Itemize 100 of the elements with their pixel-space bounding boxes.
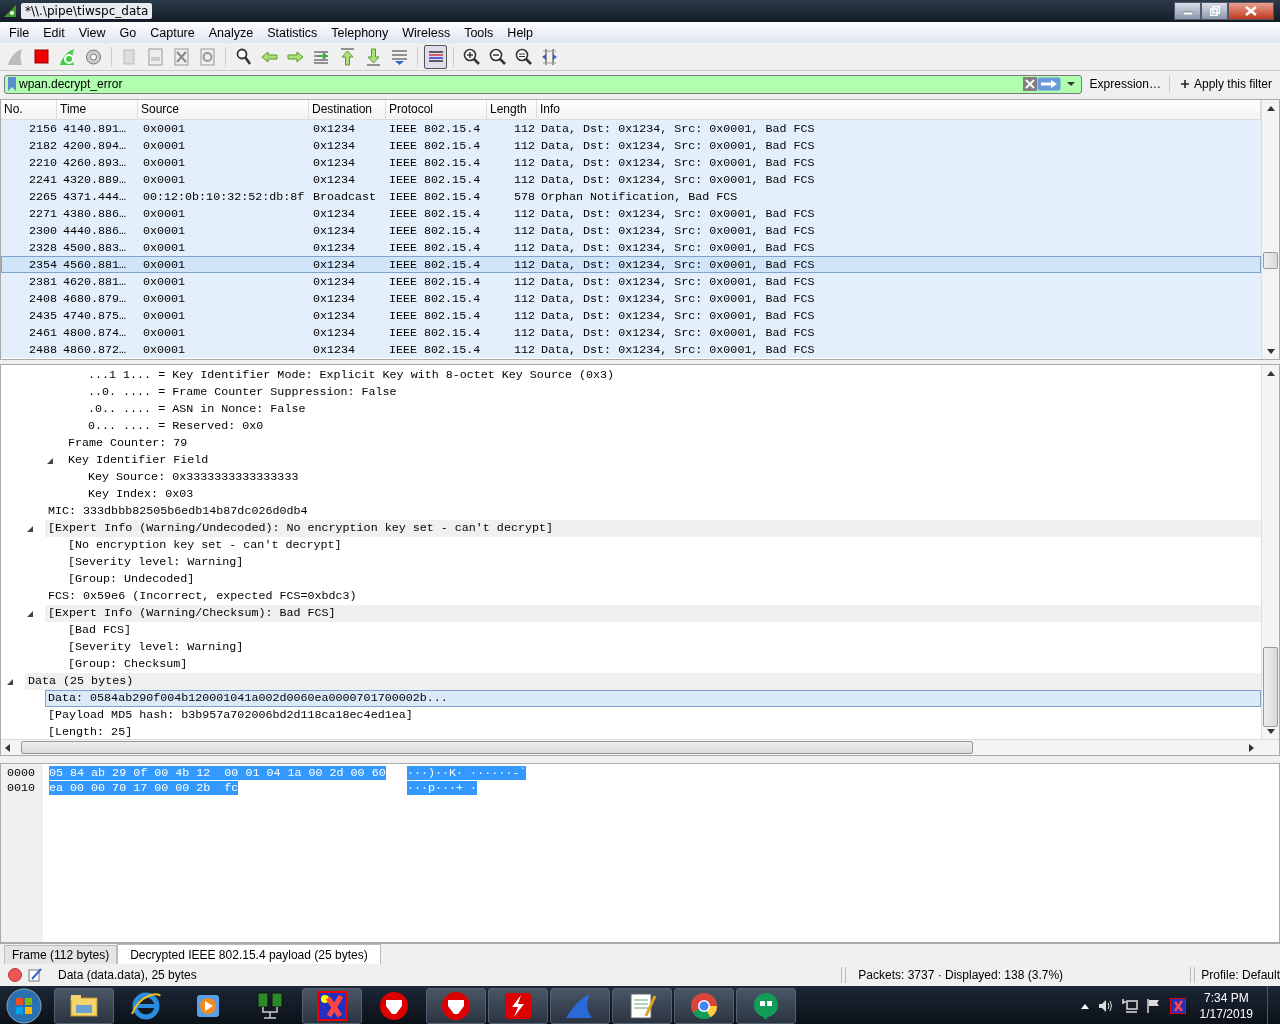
tree-item[interactable]: [Expert Info (Warning/Undecoded): No encryption key set - can't decrypt] <box>45 520 1261 537</box>
scrollbar-thumb[interactable] <box>21 741 973 754</box>
minimize-button[interactable] <box>1174 2 1201 20</box>
tree-item[interactable]: [No encryption key set - can't decrypt] <box>65 537 345 554</box>
restore-button[interactable] <box>1201 2 1228 20</box>
gear-icon[interactable] <box>84 46 103 67</box>
show-hidden-icons-icon[interactable] <box>1079 1002 1090 1010</box>
flag-icon[interactable] <box>1145 998 1162 1014</box>
tree-item[interactable]: Data (25 bytes) <box>25 673 1261 690</box>
scrollbar-thumb[interactable] <box>1263 252 1278 269</box>
menu-item[interactable]: Tools <box>457 25 501 40</box>
tree-item[interactable]: Data: 0584ab290f004b120001041a002d0060ea0000701700002b... <box>45 690 1261 707</box>
menu-item[interactable]: Statistics <box>260 25 325 40</box>
menu-item[interactable]: File <box>2 25 37 40</box>
packet-row[interactable]: 2461 4800.874… 0x0001 0x1234 IEEE 802.15.4 112 Data, Dst: 0x1234, Src: 0x0001, Bad FCS <box>1 324 1261 341</box>
tree-item[interactable]: .0.. .... = ASN in Nonce: False <box>85 401 309 418</box>
tab[interactable]: Frame (112 bytes) <box>4 945 118 964</box>
menu-item[interactable]: Analyze <box>201 25 261 40</box>
tree-item[interactable]: FCS: 0x59e6 (Incorrect, expected FCS=0xbdc3) <box>45 588 360 605</box>
menu-item[interactable]: Telephony <box>324 25 396 40</box>
close-button[interactable] <box>1228 2 1274 20</box>
chrome-icon[interactable] <box>688 990 720 1022</box>
speaker-icon[interactable] <box>1097 998 1114 1014</box>
start-orb-icon[interactable] <box>6 988 42 1024</box>
tree-item[interactable]: MIC: 333dbbb82505b6edb14b87dc026d0db4 <box>45 503 311 520</box>
scroll-up-icon[interactable] <box>1266 370 1275 376</box>
tree-item[interactable]: Key Source: 0x3333333333333333 <box>85 469 302 486</box>
zoom-in-icon[interactable] <box>462 46 481 67</box>
menu-item[interactable]: Go <box>112 25 144 40</box>
edit-comment-icon[interactable] <box>28 968 42 982</box>
column-header[interactable]: No. <box>1 100 57 119</box>
column-header[interactable]: Length <box>487 100 537 119</box>
search-icon[interactable] <box>234 46 253 67</box>
up-arrow-icon[interactable] <box>338 46 357 67</box>
tree-item[interactable]: [Group: Undecoded] <box>65 571 198 588</box>
packet-row[interactable]: 2435 4740.875… 0x0001 0x1234 IEEE 802.15.4 112 Data, Dst: 0x1234, Src: 0x0001, Bad FCS <box>1 307 1261 324</box>
network-computers-icon[interactable] <box>254 990 286 1022</box>
vertical-scrollbar[interactable] <box>1261 100 1279 359</box>
tree-item[interactable]: [Expert Info (Warning/Checksum): Bad FCS] <box>45 605 1261 622</box>
stop-icon[interactable] <box>32 46 51 67</box>
restart-icon[interactable] <box>58 46 77 67</box>
clock-time[interactable]: 7:34 PM <box>1199 990 1253 1006</box>
tree-item[interactable]: Key Identifier Field <box>65 452 212 469</box>
network-icon[interactable] <box>1121 998 1138 1014</box>
packet-row[interactable]: 2328 4500.883… 0x0001 0x1234 IEEE 802.15.4 112 Data, Dst: 0x1234, Src: 0x0001, Bad FCS <box>1 239 1261 256</box>
tree-item[interactable]: [Severity level: Warning] <box>65 554 247 571</box>
clear-icon[interactable] <box>1022 77 1037 91</box>
profile-label[interactable]: Profile: Default <box>1201 968 1280 982</box>
x-app-icon[interactable] <box>316 990 348 1022</box>
tree-item[interactable]: [Severity level: Warning] <box>65 639 247 656</box>
packet-row[interactable]: 2408 4680.879… 0x0001 0x1234 IEEE 802.15.4 112 Data, Dst: 0x1234, Src: 0x0001, Bad FCS <box>1 290 1261 307</box>
tree-item[interactable]: ...1 1... = Key Identifier Mode: Explicit Key with 8-octet Key Source (0x3) <box>85 367 618 384</box>
tree-item[interactable]: [Payload MD5 hash: b3b957a702006bd2d118ca18ec4ed1ea] <box>45 707 416 724</box>
menu-item[interactable]: Wireless <box>395 25 458 40</box>
menu-item[interactable]: View <box>71 25 113 40</box>
filter-box[interactable]: wpan.decrypt_error <box>4 74 1082 94</box>
tree-item[interactable]: ..0. .... = Frame Counter Suppression: False <box>85 384 400 401</box>
tree-item[interactable]: Key Index: 0x03 <box>85 486 197 503</box>
clock-date[interactable]: 1/17/2019 <box>1199 1006 1253 1022</box>
packet-row[interactable]: 2381 4620.881… 0x0001 0x1234 IEEE 802.15.4 112 Data, Dst: 0x1234, Src: 0x0001, Bad FCS <box>1 273 1261 290</box>
packet-row[interactable]: 2156 4140.891… 0x0001 0x1234 IEEE 802.15.4 112 Data, Dst: 0x1234, Src: 0x0001, Bad FCS <box>1 120 1261 137</box>
packet-row[interactable]: 2265 4371.444… 00:12:0b:10:32:52:db:8f Broadcast IEEE 802.15.4 578 Orphan Notification, Bad FCS <box>1 188 1261 205</box>
lightning-icon[interactable] <box>502 990 534 1022</box>
packet-row[interactable]: 2300 4440.886… 0x0001 0x1234 IEEE 802.15.4 112 Data, Dst: 0x1234, Src: 0x0001, Bad FCS <box>1 222 1261 239</box>
zoom-out-icon[interactable] <box>488 46 507 67</box>
column-header[interactable]: Time <box>57 100 138 119</box>
bookmark-icon[interactable] <box>7 76 17 92</box>
tree-item[interactable]: 0... .... = Reserved: 0x0 <box>85 418 267 435</box>
close-file-icon[interactable] <box>172 46 191 67</box>
packet-row[interactable]: 2210 4260.893… 0x0001 0x1234 IEEE 802.15.4 112 Data, Dst: 0x1234, Src: 0x0001, Bad FCS <box>1 154 1261 171</box>
packet-row[interactable]: 2488 4860.872… 0x0001 0x1234 IEEE 802.15.4 112 Data, Dst: 0x1234, Src: 0x0001, Bad FCS <box>1 341 1261 358</box>
filter-input[interactable]: wpan.decrypt_error <box>17 77 1023 91</box>
menu-item[interactable]: Help <box>500 25 541 40</box>
browser-e-icon[interactable] <box>130 990 162 1022</box>
resize-columns-icon[interactable] <box>540 46 559 67</box>
column-header[interactable]: Protocol <box>386 100 487 119</box>
tab[interactable]: Decrypted IEEE 802.15.4 payload (25 bytes) <box>117 944 381 964</box>
menu-item[interactable]: Edit <box>36 25 72 40</box>
record-icon[interactable] <box>8 968 22 982</box>
column-header[interactable]: Source <box>138 100 309 119</box>
menu-item[interactable]: Capture <box>143 25 202 40</box>
tree-item[interactable]: [Bad FCS] <box>65 622 135 639</box>
x-app-icon[interactable] <box>1169 998 1186 1014</box>
expression-button[interactable]: Expression… <box>1085 77 1165 91</box>
scroll-up-icon[interactable] <box>1266 105 1275 111</box>
tree-item[interactable]: Frame Counter: 79 <box>65 435 191 452</box>
vertical-scrollbar[interactable] <box>1261 365 1279 739</box>
down-arrow-icon[interactable] <box>364 46 383 67</box>
apply-filter-button[interactable]: Apply this filter <box>1173 77 1276 91</box>
packet-row[interactable]: 2271 4380.886… 0x0001 0x1234 IEEE 802.15.4 112 Data, Dst: 0x1234, Src: 0x0001, Bad FCS <box>1 205 1261 222</box>
horizontal-scrollbar[interactable] <box>1 739 1279 755</box>
zoom-reset-icon[interactable] <box>514 46 533 67</box>
tree-item[interactable]: [Length: 25] <box>45 724 136 739</box>
column-header[interactable]: Destination <box>309 100 386 119</box>
packet-row[interactable]: 2182 4200.894… 0x0001 0x1234 IEEE 802.15.4 112 Data, Dst: 0x1234, Src: 0x0001, Bad FCS <box>1 137 1261 154</box>
tree-item[interactable]: [Group: Checksum] <box>65 656 191 673</box>
scrollbar-thumb[interactable] <box>1263 647 1278 727</box>
scroll-down-icon[interactable] <box>1266 348 1275 354</box>
packet-row[interactable]: 2354 4560.881… 0x0001 0x1234 IEEE 802.15.4 112 Data, Dst: 0x1234, Src: 0x0001, Bad FCS <box>1 256 1261 273</box>
packet-row[interactable]: 2241 4320.889… 0x0001 0x1234 IEEE 802.15.4 112 Data, Dst: 0x1234, Src: 0x0001, Bad FCS <box>1 171 1261 188</box>
